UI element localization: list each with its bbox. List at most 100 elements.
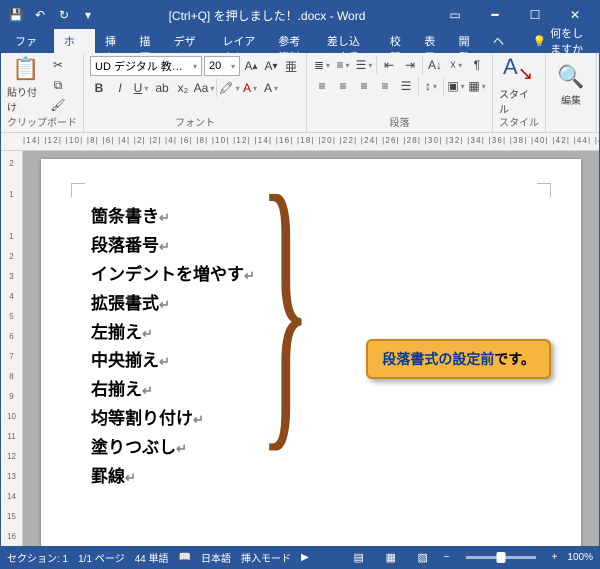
tab-view[interactable]: 表示 xyxy=(414,29,448,53)
extended-format-icon[interactable]: ☓▾ xyxy=(447,56,465,74)
show-marks-icon[interactable]: ¶ xyxy=(468,56,486,74)
text-effects-icon[interactable]: Aa▾ xyxy=(195,79,213,97)
tab-help[interactable]: ヘルプ xyxy=(483,29,525,53)
tell-me[interactable]: 💡 何をしますか xyxy=(524,29,595,53)
tab-mailings[interactable]: 差し込み文書 xyxy=(317,29,380,53)
callout-emphasis: 段落書式の設定前 xyxy=(382,351,494,367)
phonetic-icon[interactable]: 亜 xyxy=(282,57,300,75)
tab-developer[interactable]: 開発 xyxy=(449,29,483,53)
bullets-icon[interactable]: ≣▾ xyxy=(313,56,331,74)
line-spacing-icon[interactable]: ↕▾ xyxy=(422,77,440,95)
margin-corner xyxy=(537,183,551,197)
ribbon-tabs: ファイル ホーム 挿入 描画 デザイン レイアウト 参考資料 差し込み文書 校閲… xyxy=(1,29,599,53)
tab-draw[interactable]: 描画 xyxy=(129,29,163,53)
vertical-ruler[interactable]: 2112345678910111213141516171819202122 xyxy=(1,151,23,546)
tab-design[interactable]: デザイン xyxy=(164,29,213,53)
tab-references[interactable]: 参考資料 xyxy=(268,29,317,53)
cut-icon[interactable]: ✂ xyxy=(49,56,67,74)
editing-button[interactable]: 🔍 編集 xyxy=(552,56,590,114)
status-language[interactable]: 日本語 xyxy=(201,550,231,565)
quick-access-toolbar: 💾 ↶ ↻ ▾ xyxy=(5,4,99,26)
statusbar: セクション: 1 1/1 ページ 44 単語 📖 日本語 挿入モード ▶ ▤ ▦… xyxy=(1,546,599,568)
vruler-tick: 6 xyxy=(9,332,13,341)
editing-icon: 🔍 xyxy=(557,64,584,90)
editing-label: 編集 xyxy=(561,92,581,107)
margin-corner xyxy=(71,183,85,197)
numbering-icon[interactable]: ≡▾ xyxy=(334,56,352,74)
vruler-tick: 1 xyxy=(9,190,13,199)
save-icon[interactable]: 💾 xyxy=(5,4,27,26)
proofing-icon[interactable]: 📖 xyxy=(179,552,191,563)
bold-icon[interactable]: B xyxy=(90,79,108,97)
page[interactable]: 箇条書き↵段落番号↵インデントを増やす↵拡張書式↵左揃え↵中央揃え↵右揃え↵均等… xyxy=(41,159,581,546)
italic-icon[interactable]: I xyxy=(111,79,129,97)
font-color-icon[interactable]: A▾ xyxy=(241,79,259,97)
qat-customize-icon[interactable]: ▾ xyxy=(77,4,99,26)
copy-icon[interactable]: ⧉ xyxy=(49,76,67,94)
font-name-combo[interactable]: UD デジタル 教科書体 NP-B ▾ xyxy=(90,56,202,76)
shading-icon[interactable]: ▣▾ xyxy=(447,77,465,95)
highlight-icon[interactable]: 🖍▾ xyxy=(220,79,238,97)
font-size-value: 20 xyxy=(209,60,221,72)
borders-icon[interactable]: ▦▾ xyxy=(468,77,486,95)
grow-font-icon[interactable]: A▴ xyxy=(242,57,260,75)
align-center-icon[interactable]: ≡ xyxy=(334,77,352,95)
styles-icon: A↘ xyxy=(503,54,533,84)
callout: 段落書式の設定前です。 xyxy=(366,339,551,379)
paste-button[interactable]: 📋 貼り付け xyxy=(7,56,45,114)
vruler-tick: 16 xyxy=(7,532,16,541)
ribbon-options-icon[interactable]: ▭ xyxy=(435,1,475,29)
tab-insert[interactable]: 挿入 xyxy=(95,29,129,53)
vruler-tick: 7 xyxy=(9,352,13,361)
multilevel-icon[interactable]: ☰▾ xyxy=(355,56,373,74)
vruler-tick: 9 xyxy=(9,392,13,401)
font-size-combo[interactable]: 20 ▾ xyxy=(204,56,240,76)
horizontal-ruler[interactable]: |14| |12| |10| |8| |6| |4| |2| |2| |4| |… xyxy=(1,133,599,151)
vruler-tick: 13 xyxy=(7,472,16,481)
styles-button[interactable]: A↘ スタイル xyxy=(499,56,537,114)
align-right-icon[interactable]: ≡ xyxy=(355,77,373,95)
separator xyxy=(443,77,444,95)
web-layout-icon[interactable]: ▧ xyxy=(412,548,434,566)
zoom-out-icon[interactable]: − xyxy=(444,552,450,563)
underline-icon[interactable]: U▾ xyxy=(132,79,150,97)
distribute-icon[interactable]: ☰ xyxy=(397,77,415,95)
strike-icon[interactable]: ab xyxy=(153,79,171,97)
character-shading-icon[interactable]: A▾ xyxy=(262,79,280,97)
minimize-icon[interactable]: ━ xyxy=(475,1,515,29)
page-area[interactable]: 箇条書き↵段落番号↵インデントを増やす↵拡張書式↵左揃え↵中央揃え↵右揃え↵均等… xyxy=(23,151,599,546)
separator xyxy=(216,79,217,97)
window-title: [Ctrl+Q] を押しました！.docx - Word xyxy=(99,7,435,24)
format-painter-icon[interactable]: 🖌 xyxy=(49,96,67,114)
indent-icon[interactable]: ⇥ xyxy=(401,56,419,74)
print-layout-icon[interactable]: ▦ xyxy=(380,548,402,566)
vruler-tick: 2 xyxy=(9,159,13,168)
redo-icon[interactable]: ↻ xyxy=(53,4,75,26)
group-clipboard: 📋 貼り付け ✂ ⧉ 🖌 クリップボード xyxy=(1,53,84,132)
vruler-tick: 12 xyxy=(7,452,16,461)
zoom-in-icon[interactable]: + xyxy=(552,552,558,563)
zoom-slider[interactable] xyxy=(466,556,536,559)
subscript-icon[interactable]: x₂ xyxy=(174,79,192,97)
zoom-level[interactable]: 100% xyxy=(567,552,593,563)
outdent-icon[interactable]: ⇤ xyxy=(380,56,398,74)
tab-layout[interactable]: レイアウト xyxy=(212,29,268,53)
status-words[interactable]: 44 単語 xyxy=(135,550,169,565)
tab-file[interactable]: ファイル xyxy=(5,29,54,53)
shrink-font-icon[interactable]: A▾ xyxy=(262,57,280,75)
font-name-value: UD デジタル 教科書体 NP-B xyxy=(95,58,191,74)
tab-home[interactable]: ホーム xyxy=(54,29,95,53)
macro-icon[interactable]: ▶ xyxy=(301,552,309,563)
status-section[interactable]: セクション: 1 xyxy=(7,550,68,565)
status-page[interactable]: 1/1 ページ xyxy=(78,550,124,565)
editor-body: 2112345678910111213141516171819202122 箇条… xyxy=(1,151,599,546)
styles-label: スタイル xyxy=(499,86,537,116)
read-mode-icon[interactable]: ▤ xyxy=(348,548,370,566)
undo-icon[interactable]: ↶ xyxy=(29,4,51,26)
maximize-icon[interactable]: ☐ xyxy=(515,1,555,29)
justify-icon[interactable]: ≡ xyxy=(376,77,394,95)
status-mode[interactable]: 挿入モード xyxy=(241,550,291,565)
sort-icon[interactable]: A↓ xyxy=(426,56,444,74)
align-left-icon[interactable]: ≡ xyxy=(313,77,331,95)
tab-review[interactable]: 校閲 xyxy=(380,29,414,53)
